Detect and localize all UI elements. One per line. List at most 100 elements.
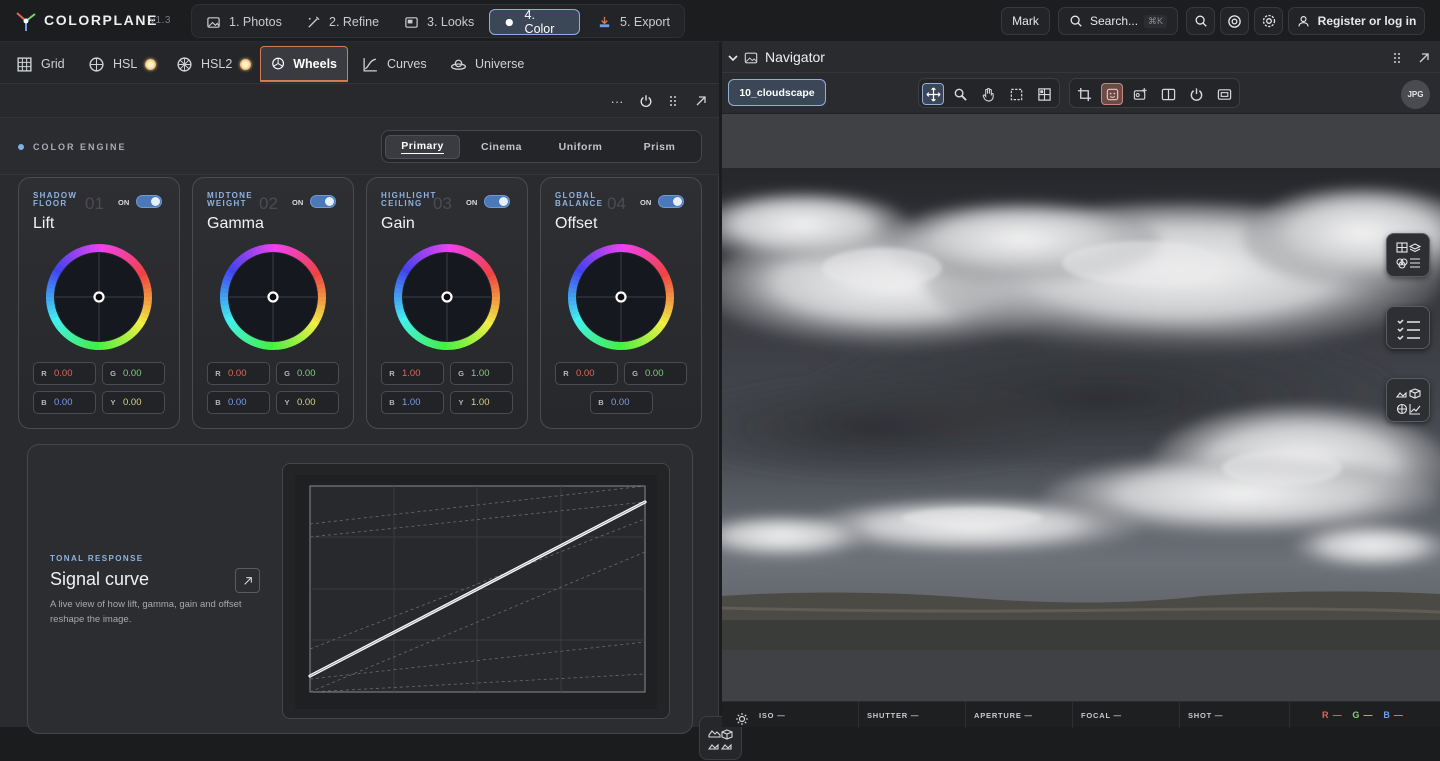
color-wheel-gamma[interactable] <box>219 243 327 351</box>
navigator-header: Navigator <box>722 42 1440 73</box>
wheel-hue-segment <box>665 314 667 319</box>
mode-cinema[interactable]: Cinema <box>464 135 539 159</box>
step-color[interactable]: 4. Color <box>489 9 580 35</box>
drag-handle-icon[interactable] <box>664 92 682 110</box>
settings-button[interactable] <box>1254 7 1283 35</box>
grid-view-icon[interactable] <box>1033 83 1055 105</box>
offset-g-field[interactable]: G0.00 <box>624 362 687 385</box>
wheel-toggle[interactable] <box>484 195 510 208</box>
wheel-hue-segment <box>597 252 601 254</box>
file-chip[interactable]: 10_cloudscape <box>728 79 826 106</box>
search-box[interactable]: Search... ⌘K <box>1058 7 1178 35</box>
wheel-toggle[interactable] <box>658 195 684 208</box>
mode-primary[interactable]: Primary <box>385 135 460 159</box>
wheel-hue-segment <box>478 259 482 262</box>
lift-g-field[interactable]: G0.00 <box>102 362 165 385</box>
rgb-b: B — <box>1383 710 1403 720</box>
tab-wheels[interactable]: Wheels <box>260 46 348 82</box>
more-options-icon[interactable]: ··· <box>608 92 626 110</box>
face-detect-icon[interactable] <box>1101 83 1123 105</box>
wheel-hue-segment <box>456 249 461 250</box>
wheel-on-label: ON <box>466 198 477 207</box>
signal-curve-plot <box>282 463 670 719</box>
wheel-hue-segment <box>61 262 64 266</box>
gamma-y-field[interactable]: Y0.00 <box>276 391 339 414</box>
offset-b-field[interactable]: B0.00 <box>590 391 653 414</box>
wheel-toggle[interactable] <box>136 195 162 208</box>
gain-g-field[interactable]: G1.00 <box>450 362 513 385</box>
wheel-on-label: ON <box>640 198 651 207</box>
bypass-power-icon[interactable] <box>1185 83 1207 105</box>
wheel-hue-segment <box>604 250 609 251</box>
hsl2-status-dot-icon <box>240 59 251 70</box>
gamma-g-field[interactable]: G0.00 <box>276 362 339 385</box>
step-looks[interactable]: 3. Looks <box>392 9 486 35</box>
user-button[interactable]: Mark <box>1001 7 1050 35</box>
chevron-down-icon[interactable] <box>727 52 739 64</box>
wheel-hue-segment <box>590 256 594 259</box>
wheel-hue-segment <box>481 328 484 332</box>
adjust-overlay-icon[interactable] <box>1129 83 1151 105</box>
scopes-palette[interactable] <box>1386 378 1430 422</box>
mode-uniform[interactable]: Uniform <box>543 135 618 159</box>
lift-r-field[interactable]: R0.00 <box>33 362 96 385</box>
gain-b-field[interactable]: B1.00 <box>381 391 444 414</box>
move-tool-icon[interactable] <box>922 83 944 105</box>
wheel-hue-segment <box>399 284 400 289</box>
zoom-search-button[interactable] <box>1186 7 1215 35</box>
colorplane-logo-icon[interactable] <box>14 9 38 33</box>
wheel-hue-segment <box>642 253 646 255</box>
exif-shutter: SHUTTER — <box>858 702 965 728</box>
color-wheel-offset[interactable] <box>567 243 675 351</box>
search-label: Search... <box>1090 14 1138 28</box>
wheel-hue-segment <box>311 266 314 270</box>
tab-hsl[interactable]: HSL <box>78 46 166 82</box>
zoom-tool-icon[interactable] <box>949 83 971 105</box>
compare-split-icon[interactable] <box>1157 83 1179 105</box>
popout-icon[interactable] <box>692 92 710 110</box>
color-wheel-gain[interactable] <box>393 243 501 351</box>
offset-r-field[interactable]: R0.00 <box>555 362 618 385</box>
gain-r-field[interactable]: R1.00 <box>381 362 444 385</box>
wheel-hue-segment <box>406 325 409 329</box>
wheel-hue-segment <box>667 310 669 315</box>
signal-expand-button[interactable] <box>235 568 260 593</box>
wheel-puck-handle <box>617 293 626 302</box>
marquee-tool-icon[interactable] <box>1005 83 1027 105</box>
wheel-hue-segment <box>90 345 95 346</box>
gain-y-field[interactable]: Y1.00 <box>450 391 513 414</box>
wheel-hue-segment <box>86 249 91 250</box>
lift-b-field[interactable]: B0.00 <box>33 391 96 414</box>
tab-curves[interactable]: Curves <box>352 46 437 82</box>
wheel-hue-segment <box>418 337 422 340</box>
drag-handle-icon[interactable] <box>1392 51 1402 65</box>
gamma-b-field[interactable]: B0.00 <box>207 391 270 414</box>
register-button[interactable]: Register or log in <box>1288 7 1425 35</box>
lift-y-field[interactable]: Y0.00 <box>102 391 165 414</box>
wheel-hue-segment <box>64 331 68 334</box>
target-button[interactable] <box>1220 7 1249 35</box>
tab-universe[interactable]: Universe <box>440 46 534 82</box>
step-photos[interactable]: 1. Photos <box>194 9 294 35</box>
mode-prism[interactable]: Prism <box>622 135 697 159</box>
crop-tool-icon[interactable] <box>1073 83 1095 105</box>
tab-grid[interactable]: Grid <box>6 46 75 82</box>
wheel-hue-segment <box>301 335 305 338</box>
popout-icon[interactable] <box>1418 52 1430 64</box>
brightness-icon[interactable] <box>734 711 752 727</box>
gamma-r-field[interactable]: R0.00 <box>207 362 270 385</box>
power-icon[interactable] <box>637 92 655 110</box>
wheel-card-lift: SHADOW FLOOR 01 ON Lift R0.00 G0.00 B0.0… <box>18 177 180 429</box>
step-export[interactable]: 5. Export <box>585 9 682 35</box>
checklist-palette[interactable] <box>1386 306 1430 349</box>
tab-hsl2[interactable]: HSL2 <box>166 46 261 82</box>
cloudscape-photo[interactable] <box>722 168 1440 650</box>
fit-frame-icon[interactable] <box>1213 83 1235 105</box>
layers-palette[interactable] <box>1386 233 1430 277</box>
step-refine[interactable]: 2. Refine <box>294 9 391 35</box>
step-color-label: 4. Color <box>525 8 567 36</box>
color-wheel-lift[interactable] <box>45 243 153 351</box>
wheel-hue-segment <box>285 343 290 344</box>
hand-tool-icon[interactable] <box>977 83 999 105</box>
wheel-toggle[interactable] <box>310 195 336 208</box>
